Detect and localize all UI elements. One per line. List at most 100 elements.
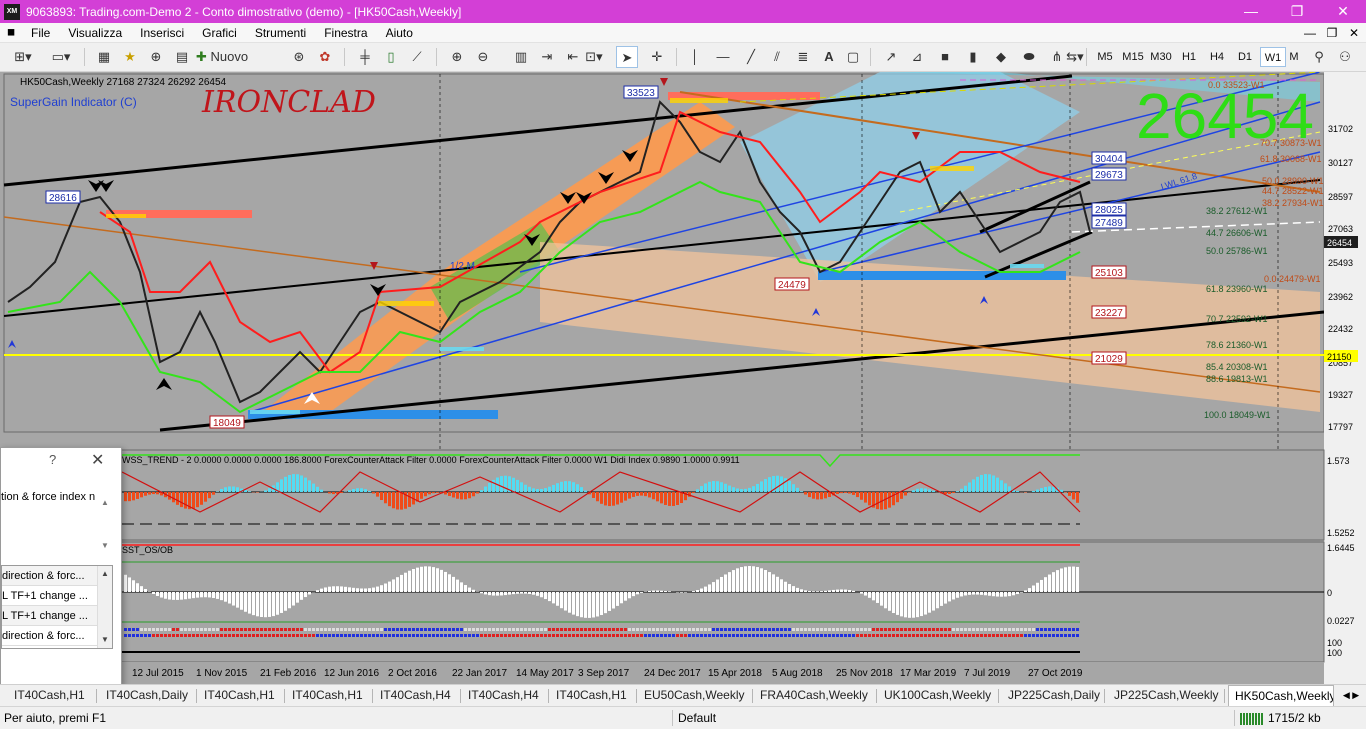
timeframe-h1[interactable]: H1	[1176, 47, 1202, 67]
new-chart-icon[interactable]: ⊞▾	[6, 46, 40, 68]
osob-dot	[568, 628, 571, 631]
scroll-down-icon[interactable]: ▼	[98, 632, 112, 648]
timeframe-m30[interactable]: M30	[1148, 47, 1174, 67]
line-chart-icon[interactable]: ⟋	[406, 46, 428, 68]
gann-icon[interactable]: ⊿	[906, 46, 928, 68]
menu-insert[interactable]: Inserisci	[131, 23, 193, 43]
hist-bar	[884, 492, 887, 509]
tab-chart[interactable]: IT40Cash,H1	[550, 685, 636, 706]
tab-chart[interactable]: EU50Cash,Weekly	[638, 685, 752, 706]
status-profile[interactable]: Default	[678, 707, 716, 729]
menu-window[interactable]: Finestra	[315, 23, 376, 43]
osob-dot	[392, 634, 395, 637]
vertical-line-icon[interactable]: │	[684, 46, 706, 68]
tab-chart[interactable]: IT40Cash,H1	[286, 685, 372, 706]
osob-dot	[988, 634, 991, 637]
more-tools-icon[interactable]: ⇆▾	[1064, 46, 1086, 68]
rectangle-icon[interactable]: ■	[934, 46, 956, 68]
hist-bar	[760, 481, 763, 492]
timeframe-w1[interactable]: W1	[1260, 47, 1286, 67]
hist-bar	[932, 491, 935, 492]
dialog-description-scroll[interactable]: ▲▼	[101, 490, 111, 558]
mdi-close-button[interactable]: ✕	[1344, 23, 1364, 43]
menu-file[interactable]: File	[22, 23, 59, 43]
bar-chart-icon[interactable]: ╪	[354, 46, 376, 68]
tab-chart[interactable]: IT40Cash,Daily	[98, 685, 196, 706]
tab-chart[interactable]: JP225Cash,Daily	[1000, 685, 1104, 706]
mdi-minimize-button[interactable]: —	[1300, 23, 1320, 43]
menu-help[interactable]: Aiuto	[377, 23, 422, 43]
zoom-in-icon[interactable]: ⊕	[446, 46, 468, 68]
autotrading-icon[interactable]: ✿	[314, 46, 336, 68]
chart-window[interactable]: IRONCLAD 26454 HK50Cash,Weekly 27168 273…	[0, 72, 1366, 684]
maximize-button[interactable]: ❐	[1274, 0, 1320, 23]
minimize-button[interactable]: —	[1228, 0, 1274, 23]
osob-dot	[996, 634, 999, 637]
navigator-icon[interactable]: ★	[118, 46, 142, 68]
market-watch-icon[interactable]: ▦	[92, 46, 116, 68]
profiles-icon[interactable]: ▭▾	[44, 46, 78, 68]
menu-tools[interactable]: Strumenti	[246, 23, 315, 43]
horizontal-line-icon[interactable]: —	[712, 46, 734, 68]
tile-windows-icon[interactable]: ▥	[510, 46, 532, 68]
crosshair-icon[interactable]: ✛	[646, 46, 668, 68]
new-order-button[interactable]: ✚ Nuovo ordine	[196, 46, 280, 68]
fibonacci-icon[interactable]: ≣	[792, 46, 814, 68]
cursor-icon[interactable]: ➤	[616, 46, 638, 68]
hist-bar	[672, 492, 675, 506]
osob-bar	[620, 592, 623, 603]
y-axis-tick: 25493	[1328, 258, 1353, 268]
osob-bar	[472, 590, 475, 592]
indicators-icon[interactable]: ⊡▾	[576, 46, 612, 68]
tab-chart[interactable]: UK100Cash,Weekly	[878, 685, 998, 706]
text-tool-icon[interactable]: A	[818, 46, 840, 68]
dialog-list-item[interactable]: direction & forc...	[2, 566, 112, 586]
tab-chart[interactable]: JP225Cash,Weekly	[1106, 685, 1224, 706]
dialog-list-scrollbar[interactable]: ▲ ▼	[97, 566, 112, 648]
tab-chart[interactable]: IT40Cash,H4	[462, 685, 548, 706]
zoom-out-icon[interactable]: ⊖	[472, 46, 494, 68]
indicator-dialog[interactable]: ? ✕ tion & force index n ▲▼ direction & …	[0, 447, 122, 685]
search-icon[interactable]: ⚲	[1308, 46, 1330, 68]
osob-dot	[772, 634, 775, 637]
dialog-list-item[interactable]: L TF+1 change ...	[2, 606, 112, 626]
dialog-help-button[interactable]: ?	[49, 452, 56, 467]
tab-active-chart[interactable]: HK50Cash,Weekly	[1228, 685, 1334, 706]
expert-advisors-icon[interactable]: ⊛	[288, 46, 310, 68]
account-icon[interactable]: ⚇	[1334, 46, 1356, 68]
osob-dot	[920, 628, 923, 631]
timeframe-m5[interactable]: M5	[1092, 47, 1118, 67]
tab-chart[interactable]: IT40Cash,H4	[374, 685, 460, 706]
scroll-up-icon[interactable]: ▲	[98, 566, 112, 582]
arrow-tool-icon[interactable]: ↗	[880, 46, 902, 68]
data-window-icon[interactable]: ⊕	[144, 46, 168, 68]
timeframe-h4[interactable]: H4	[1204, 47, 1230, 67]
close-button[interactable]: ✕	[1320, 0, 1366, 23]
channel-icon[interactable]: ⫽	[766, 46, 788, 68]
triangle-icon[interactable]: ◆	[990, 46, 1012, 68]
label-tool-icon[interactable]: ▢	[842, 46, 864, 68]
dialog-list-item[interactable]: L TF+1 change ...	[2, 586, 112, 606]
price-chart[interactable]: IRONCLAD 26454 HK50Cash,Weekly 27168 273…	[0, 72, 1366, 684]
ellipse-icon[interactable]: ⬬	[1018, 46, 1040, 68]
mdi-restore-button[interactable]: ❐	[1322, 23, 1342, 43]
tab-chart[interactable]: IT40Cash,H1	[198, 685, 284, 706]
candlestick-icon[interactable]: ▯	[380, 46, 402, 68]
menu-charts[interactable]: Grafici	[193, 23, 246, 43]
tab-chart[interactable]: FRA40Cash,Weekly	[754, 685, 876, 706]
dialog-list-item[interactable]: direction & forc...	[2, 626, 112, 646]
chart-shift-icon[interactable]: ⇥	[536, 46, 558, 68]
cycle-lines-icon[interactable]: ▮	[962, 46, 984, 68]
timeframe-m15[interactable]: M15	[1120, 47, 1146, 67]
trendline-icon[interactable]: ╱	[740, 46, 762, 68]
osob-dot	[524, 628, 527, 631]
hist-bar	[720, 482, 723, 492]
timeframe-d1[interactable]: D1	[1232, 47, 1258, 67]
terminal-icon[interactable]: ▤	[170, 46, 194, 68]
mdi-child-icon[interactable]: ◼	[0, 23, 22, 43]
menu-view[interactable]: Visualizza	[59, 23, 131, 43]
timeframe-mn[interactable]: M	[1284, 47, 1304, 67]
tab-scroll-buttons[interactable]: ◀ ▶	[1336, 685, 1366, 706]
dialog-close-button[interactable]: ✕	[91, 450, 104, 470]
tab-chart[interactable]: IT40Cash,H1	[0, 685, 96, 706]
